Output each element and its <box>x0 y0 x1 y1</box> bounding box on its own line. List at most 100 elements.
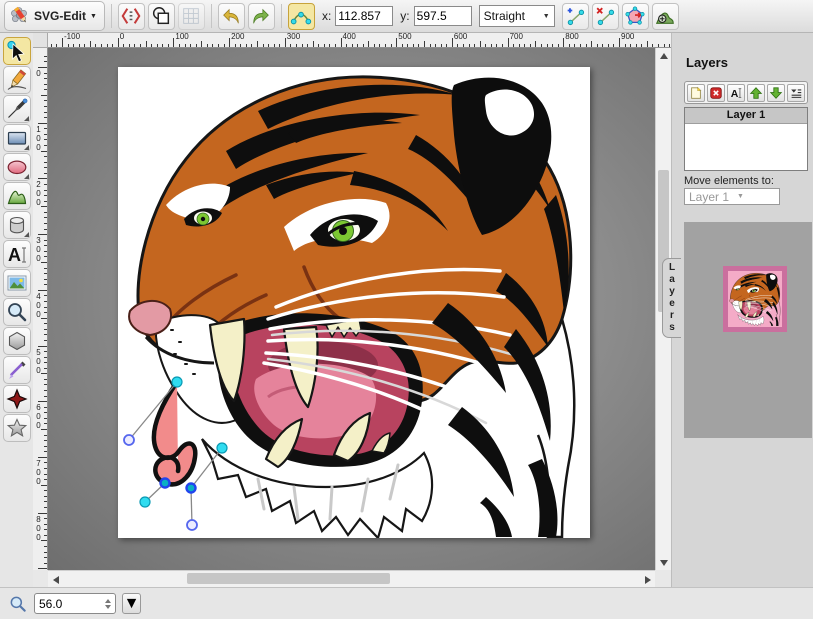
ruler-tick <box>44 435 48 436</box>
zoom-spinner[interactable] <box>105 596 111 612</box>
redo-button[interactable] <box>248 3 275 30</box>
tool-pencil-button[interactable] <box>3 66 31 94</box>
path-node[interactable] <box>172 377 182 387</box>
tool-shape-library-button[interactable] <box>3 211 31 239</box>
document-properties-button[interactable] <box>148 3 175 30</box>
scroll-left-button[interactable] <box>48 571 63 588</box>
open-path-button[interactable] <box>622 3 649 30</box>
tool-select-button[interactable] <box>3 37 31 65</box>
ruler-tick <box>168 44 169 48</box>
horizontal-scroll-thumb[interactable] <box>187 573 390 584</box>
path-node-selected[interactable] <box>161 479 170 488</box>
select-cursor-icon <box>5 39 29 63</box>
path-node-selected[interactable] <box>187 484 196 493</box>
move-layer-down-button[interactable] <box>767 84 785 102</box>
ruler-tick <box>62 38 63 48</box>
tool-image-button[interactable] <box>3 269 31 297</box>
tool-line-button[interactable] <box>3 95 31 123</box>
move-layer-up-button[interactable] <box>747 84 765 102</box>
y-coordinate-input[interactable] <box>414 6 472 26</box>
ruler-tick <box>41 95 47 96</box>
tool-zoom-button[interactable] <box>3 298 31 326</box>
main-menu-button[interactable]: SVG-Edit ▼ <box>4 1 105 31</box>
ruler-tick <box>446 44 447 48</box>
toolbar-separator <box>211 4 212 28</box>
ruler-tick <box>134 44 135 48</box>
scroll-right-button[interactable] <box>640 571 655 588</box>
svg-edit-logo-icon <box>8 5 30 27</box>
rename-layer-button[interactable]: A <box>727 84 745 102</box>
ruler-tick <box>44 240 48 241</box>
ruler-tick <box>157 44 158 48</box>
drawing-surface[interactable] <box>118 67 590 538</box>
ruler-tick <box>574 44 575 48</box>
ruler-label: 0 <box>120 33 124 41</box>
layers-panel-title: Layers <box>686 55 728 70</box>
ruler-tick <box>38 401 48 402</box>
ruler-label: 600 <box>34 403 42 430</box>
text-icon: A <box>5 242 29 266</box>
tool-rectangle-button[interactable] <box>3 124 31 152</box>
canvas[interactable] <box>118 67 590 538</box>
tool-star-button[interactable] <box>3 414 31 442</box>
ruler-tick <box>357 44 358 48</box>
delete-layer-button[interactable] <box>707 84 725 102</box>
ruler-tick <box>290 44 291 48</box>
ruler-tick <box>368 41 369 47</box>
ruler-tick <box>173 38 174 48</box>
tool-red-diamond-button[interactable] <box>3 385 31 413</box>
tool-polygon-button[interactable] <box>3 327 31 355</box>
add-node-button[interactable] <box>562 3 589 30</box>
ruler-tick <box>613 44 614 48</box>
undo-button[interactable] <box>218 3 245 30</box>
x-coordinate-label: x: <box>322 9 331 23</box>
ruler-label: 600 <box>454 33 467 41</box>
vertical-ruler: 0100200300400500600700800900 <box>33 48 48 570</box>
ruler-tick <box>44 524 48 525</box>
ruler-tick <box>44 106 48 107</box>
y-coordinate-label: y: <box>400 9 409 23</box>
source-dialog-button[interactable] <box>118 3 145 30</box>
layer-name: Layer 1 <box>727 109 766 121</box>
segment-type-select[interactable]: Straight ▼ <box>479 5 555 27</box>
ruler-tick <box>44 312 48 313</box>
layer-menu-button[interactable] <box>787 84 805 102</box>
x-coordinate-input[interactable] <box>335 6 393 26</box>
zoom-preset-dropdown-button[interactable]: ▼ <box>122 593 141 614</box>
scroll-down-button[interactable] <box>656 555 672 570</box>
ruler-tick <box>79 44 80 48</box>
path-node[interactable] <box>217 443 227 453</box>
ruler-tick <box>346 44 347 48</box>
ruler-tick <box>547 44 548 48</box>
layers-tab-handle[interactable]: Layers <box>662 258 681 338</box>
zoom-input[interactable] <box>39 597 81 611</box>
tool-ellipse-button[interactable] <box>3 153 31 181</box>
ruler-tick <box>44 451 48 452</box>
ruler-tick <box>268 44 269 48</box>
segment-type-value: Straight <box>484 9 525 23</box>
ruler-label: -100 <box>64 33 80 41</box>
grid-button[interactable] <box>178 3 205 30</box>
tool-path-button[interactable] <box>3 182 31 210</box>
pencil-icon <box>5 68 29 92</box>
ruler-tick <box>44 145 48 146</box>
path-node[interactable] <box>140 497 150 507</box>
ruler-tick <box>44 273 48 274</box>
bottom-bar: ▼ <box>0 587 813 619</box>
scroll-up-button[interactable] <box>656 48 672 63</box>
new-layer-button[interactable] <box>687 84 705 102</box>
layer-row[interactable]: Layer 1 <box>685 108 807 124</box>
tool-text-button[interactable]: A <box>3 240 31 268</box>
arrow-up-icon <box>749 86 763 100</box>
ruler-tick <box>329 44 330 48</box>
edit-path-mode-button[interactable] <box>288 3 315 30</box>
control-point[interactable] <box>124 435 134 445</box>
ruler-tick <box>38 178 48 179</box>
move-target-select[interactable]: Layer 1 ▼ <box>684 188 780 205</box>
delete-node-button[interactable] <box>592 3 619 30</box>
ruler-tick <box>44 557 48 558</box>
control-point[interactable] <box>187 520 197 530</box>
fit-to-canvas-button[interactable] <box>652 3 679 30</box>
tool-eyedropper-button[interactable] <box>3 356 31 384</box>
left-toolbar: A <box>0 33 33 587</box>
